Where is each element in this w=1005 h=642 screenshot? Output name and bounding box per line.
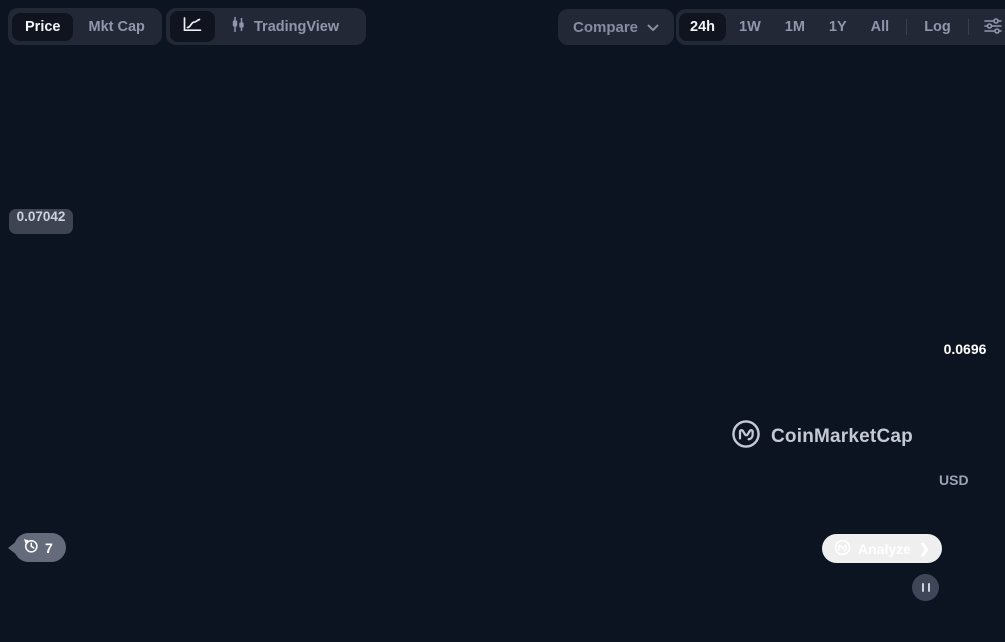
analyze-button[interactable]: Analyze ❯ [822,534,942,563]
analyze-logo-icon [834,539,851,559]
history-badge[interactable]: 7 [14,533,66,562]
coinmarketcap-chart-page: Price Mkt Cap TradingView [0,0,1005,642]
navigator-handle[interactable] [912,574,939,601]
last-price-badge: 0.0696 [928,341,1002,367]
watermark-text: CoinMarketCap [771,426,913,448]
coinmarketcap-watermark: CoinMarketCap [731,419,913,455]
history-count: 7 [45,540,53,556]
open-price-badge: 0.07042 [9,209,73,234]
history-clock-icon [23,538,39,557]
currency-unit-label: USD [939,472,969,488]
analyze-label: Analyze [858,541,911,557]
chevron-right-icon: ❯ [919,541,930,557]
coinmarketcap-logo-icon [731,419,761,455]
